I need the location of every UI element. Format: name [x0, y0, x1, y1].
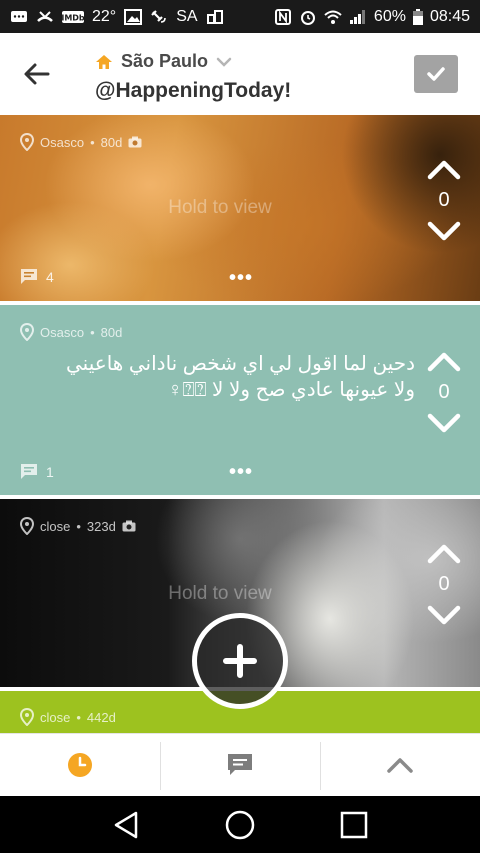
network-icon [206, 9, 223, 24]
downvote-icon[interactable] [427, 220, 461, 242]
post-location: close [40, 518, 71, 534]
header: São Paulo @HappeningToday! [0, 33, 480, 115]
wifi-icon [324, 10, 342, 24]
more-options-icon[interactable]: ••• [229, 267, 253, 290]
home-icon [96, 54, 112, 69]
chat-icon [228, 754, 252, 775]
clock-time: 08:45 [429, 7, 470, 25]
comment-count[interactable]: 4 [20, 268, 54, 285]
hold-to-view-label[interactable]: Hold to view [0, 197, 440, 219]
camera-icon [122, 520, 136, 532]
post-location: Osasco [40, 134, 85, 150]
feed-card[interactable]: Osasco • 80d Hold to view 0 4 ••• [0, 115, 480, 301]
bottom-tab-bar [0, 733, 480, 796]
temperature: 22° [92, 7, 117, 25]
upvote-icon[interactable] [427, 159, 461, 181]
post-age: 80d [100, 134, 123, 150]
post-meta: close • 323d [20, 517, 136, 535]
post-text: دحين لما اقول لي اي شخص ناداني هاعيني ول… [66, 353, 415, 401]
missed-call-icon [37, 10, 53, 22]
tab-comments[interactable] [160, 734, 320, 796]
alarm-icon [300, 10, 315, 25]
vote-count: 0 [438, 381, 450, 403]
post-location: Osasco [40, 324, 85, 340]
post-meta: close • 442d [20, 708, 116, 726]
location-name: São Paulo [121, 51, 209, 71]
camera-icon [128, 136, 142, 148]
back-arrow-icon[interactable] [22, 61, 52, 87]
post-age: 442d [86, 709, 116, 725]
home-circle-icon[interactable] [224, 809, 256, 841]
post-age: 323d [86, 518, 116, 534]
vote-control: 0 [426, 159, 462, 242]
location-selector[interactable]: São Paulo [95, 51, 232, 72]
tab-recent[interactable] [0, 734, 160, 796]
back-triangle-icon[interactable] [111, 810, 141, 840]
comment-count[interactable]: 1 [20, 463, 54, 480]
imdb-icon: IMDb [62, 10, 84, 23]
chevron-down-icon [216, 57, 232, 67]
clock-icon [68, 753, 92, 777]
feed-card[interactable]: Osasco • 80d دحين لما اقول لي اي شخص ناد… [0, 305, 480, 495]
chevron-up-icon [387, 758, 413, 773]
satellite-icon [151, 9, 167, 23]
carrier-label: SA [176, 7, 198, 25]
downvote-icon[interactable] [427, 412, 461, 434]
upvote-icon[interactable] [427, 543, 461, 565]
status-bar: IMDb 22° SA 60% 08:45 [0, 0, 480, 33]
system-nav-bar [0, 796, 480, 853]
post-location: close [40, 709, 71, 725]
vote-count: 0 [438, 573, 450, 595]
image-icon [124, 8, 143, 25]
nfc-icon [274, 8, 291, 25]
page-title: @HappeningToday! [95, 79, 292, 102]
location-pin-icon [20, 708, 34, 726]
location-pin-icon [20, 133, 34, 151]
vote-count: 0 [438, 189, 450, 211]
location-pin-icon [20, 517, 34, 535]
comment-icon [21, 464, 37, 479]
post-meta: Osasco • 80d [20, 133, 142, 151]
svg-text:IMDb: IMDb [62, 13, 84, 22]
hold-to-view-label[interactable]: Hold to view [0, 583, 440, 605]
signal-icon [349, 9, 365, 24]
add-post-button[interactable] [192, 613, 288, 709]
downvote-icon[interactable] [427, 604, 461, 626]
post-meta: Osasco • 80d [20, 323, 122, 341]
vote-control: 0 [426, 351, 462, 434]
post-age: 80d [100, 324, 123, 340]
check-button[interactable] [414, 55, 458, 93]
message-icon [11, 10, 27, 22]
tab-top[interactable] [320, 734, 480, 796]
location-pin-icon [20, 323, 34, 341]
comment-icon [21, 269, 37, 284]
check-icon [427, 67, 445, 81]
battery-icon [412, 8, 423, 25]
upvote-icon[interactable] [427, 351, 461, 373]
recents-square-icon[interactable] [339, 810, 369, 840]
more-options-icon[interactable]: ••• [229, 461, 253, 484]
battery-percent: 60% [373, 7, 406, 25]
vote-control: 0 [426, 543, 462, 626]
plus-icon [223, 644, 257, 678]
